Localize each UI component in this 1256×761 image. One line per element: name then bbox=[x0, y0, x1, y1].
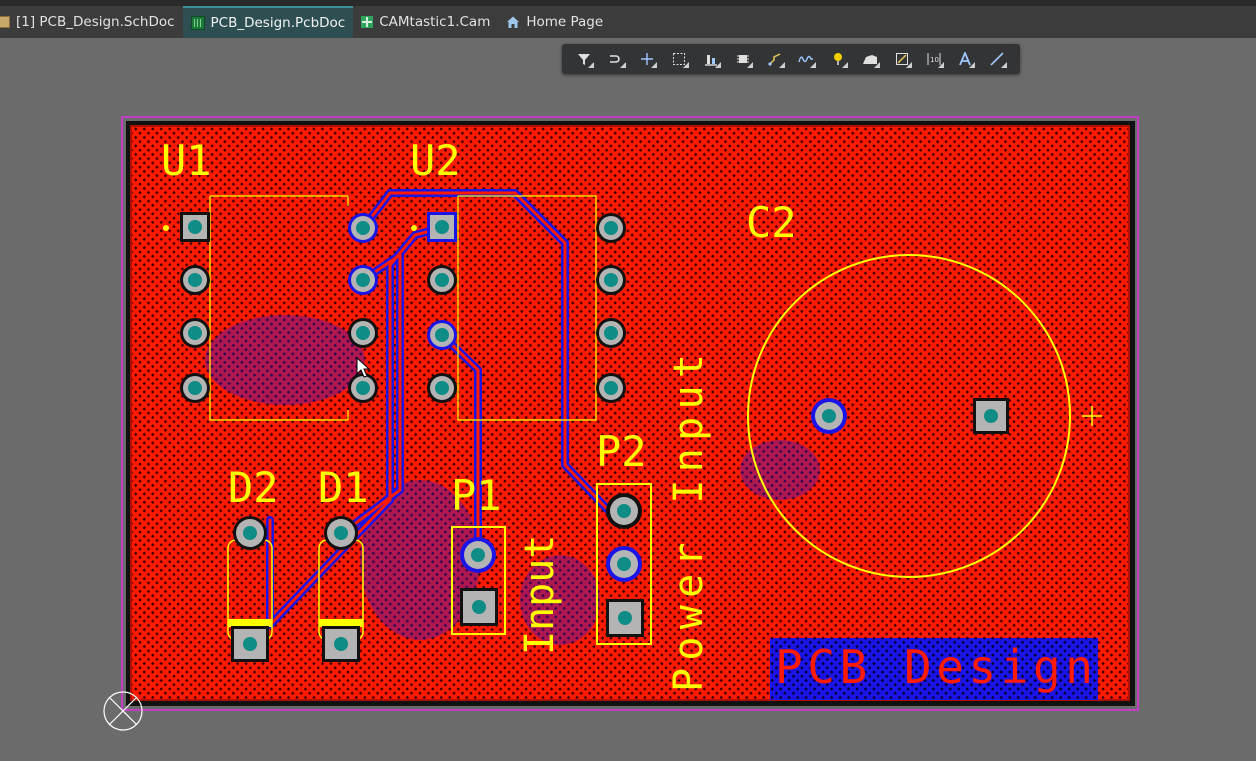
dimension-icon: 10 bbox=[927, 53, 941, 65]
keepout-icon bbox=[895, 53, 908, 65]
origin-marker-icon bbox=[103, 691, 143, 731]
tool-component[interactable] bbox=[727, 44, 759, 74]
tool-keepout[interactable] bbox=[886, 44, 918, 74]
tab-schematic[interactable]: [1] PCB_Design.SchDoc bbox=[0, 6, 183, 38]
input-label[interactable]: Input bbox=[517, 535, 563, 655]
d2-designator[interactable]: D2 bbox=[228, 463, 279, 512]
p1-designator[interactable]: P1 bbox=[451, 471, 502, 520]
tool-route-interactive[interactable] bbox=[600, 44, 632, 74]
tab-label: PCB_Design.PcbDoc bbox=[210, 15, 346, 31]
tab-cam[interactable]: CAMtastic1.Cam bbox=[353, 6, 498, 38]
tool-dimension[interactable]: 10 bbox=[918, 44, 950, 74]
schematic-doc-icon bbox=[0, 16, 10, 28]
tab-label: Home Page bbox=[526, 14, 604, 30]
pcb-doc-icon bbox=[190, 16, 205, 30]
tab-label: [1] PCB_Design.SchDoc bbox=[16, 14, 175, 30]
tab-home[interactable]: Home Page bbox=[498, 6, 611, 38]
tool-line[interactable] bbox=[981, 44, 1013, 74]
tab-pcb[interactable]: PCB_Design.PcbDoc bbox=[182, 6, 354, 38]
d1-designator[interactable]: D1 bbox=[318, 463, 369, 512]
cam-doc-icon bbox=[361, 16, 374, 28]
tool-polygon[interactable] bbox=[854, 44, 886, 74]
u1-designator[interactable]: U1 bbox=[161, 136, 212, 185]
crosshair-icon bbox=[641, 53, 654, 65]
diff-pair-icon bbox=[798, 55, 814, 63]
select-rect-icon bbox=[673, 53, 686, 65]
p2-designator[interactable]: P2 bbox=[596, 427, 647, 476]
tool-crosshair[interactable] bbox=[632, 44, 664, 74]
c2-designator[interactable]: C2 bbox=[746, 198, 797, 247]
tool-text[interactable] bbox=[950, 44, 982, 74]
home-icon bbox=[506, 15, 520, 29]
align-icon bbox=[705, 55, 718, 66]
component-icon bbox=[736, 55, 749, 63]
document-tab-bar: [1] PCB_Design.SchDoc PCB_Design.PcbDoc … bbox=[0, 6, 1256, 38]
tool-filter[interactable] bbox=[568, 44, 600, 74]
svg-text:10: 10 bbox=[930, 56, 939, 64]
route-interactive-icon bbox=[609, 55, 620, 63]
tool-via-pin[interactable] bbox=[822, 44, 854, 74]
tab-label: CAMtastic1.Cam bbox=[379, 14, 491, 30]
polygon-icon bbox=[863, 55, 878, 64]
route-track-icon bbox=[768, 53, 781, 66]
via-pin-icon bbox=[834, 53, 843, 65]
line-icon bbox=[990, 52, 1004, 66]
tool-route-track[interactable] bbox=[759, 44, 791, 74]
power-input-label[interactable]: Power Input bbox=[666, 354, 712, 692]
tool-select-rect[interactable] bbox=[663, 44, 695, 74]
text-icon bbox=[959, 52, 972, 66]
active-bar-toolbar: 10 bbox=[562, 44, 1020, 74]
filter-icon bbox=[577, 54, 590, 65]
pcb-canvas[interactable]: PCB Design U1 U2 C2 D2 D1 P1 P2 Input Po… bbox=[0, 38, 1256, 761]
u2-designator[interactable]: U2 bbox=[410, 136, 461, 185]
tool-align[interactable] bbox=[695, 44, 727, 74]
tool-diff-pair[interactable] bbox=[791, 44, 823, 74]
